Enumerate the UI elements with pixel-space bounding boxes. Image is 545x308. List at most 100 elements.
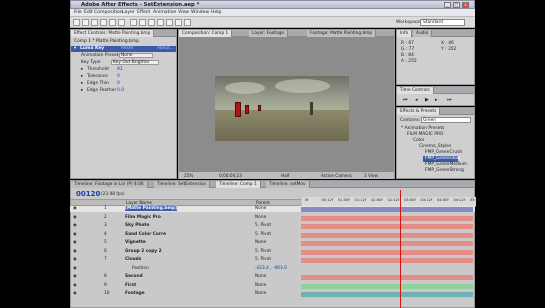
tab-effect-controls[interactable]: Effect Controls: Matte Painting.bmp — [71, 30, 155, 37]
reset-link[interactable]: Reset — [121, 46, 133, 51]
resolution-select[interactable]: Half — [281, 173, 289, 178]
anim-preset-select[interactable]: None — [119, 53, 153, 58]
timeline-timecode[interactable]: 00120 — [76, 190, 100, 198]
menu-edit[interactable]: Edit — [84, 10, 93, 15]
layer-name[interactable]: Second — [125, 274, 143, 279]
tab-timeline-footage[interactable]: Timeline: Footage in Lnl (P) 4:06 — [71, 181, 148, 188]
layer-parent[interactable]: None — [255, 206, 266, 211]
last-frame-icon[interactable]: ⏭ — [447, 97, 452, 103]
preset-item[interactable]: FMP_GreenGlow — [425, 156, 460, 161]
param-edge-feather-value[interactable]: 0.0 — [117, 88, 124, 93]
param-tolerance-value[interactable]: 0 — [117, 74, 120, 79]
close-button[interactable]: x — [462, 2, 469, 8]
effects-search-input[interactable]: Green — [421, 117, 471, 123]
visibility-eye-icon[interactable]: ◉ — [73, 206, 77, 211]
menu-layer[interactable]: Layer — [122, 10, 135, 15]
expand-triangle-icon[interactable]: ▸ — [81, 81, 83, 86]
layer-duration-bar[interactable] — [301, 292, 473, 297]
expand-triangle-icon[interactable]: ▸ — [81, 88, 83, 93]
layer-parent[interactable]: None — [255, 291, 266, 296]
visibility-eye-icon[interactable]: ◉ — [73, 266, 77, 271]
layer-parent[interactable]: 5. Pivot — [255, 223, 271, 228]
menu-view[interactable]: View — [178, 10, 189, 15]
visibility-eye-icon[interactable]: ◉ — [73, 215, 77, 220]
tab-timeline-comp1[interactable]: Timeline: Comp 1 — [216, 181, 261, 188]
zoom-tool-icon[interactable] — [91, 19, 98, 26]
layer-name[interactable]: Film Magic Pro — [125, 215, 161, 220]
layer-name[interactable]: Position — [132, 266, 149, 271]
camera-select[interactable]: Active Camera — [321, 173, 352, 178]
next-frame-icon[interactable]: ▸ — [435, 97, 438, 103]
menu-composition[interactable]: Composition — [94, 10, 123, 15]
menu-file[interactable]: File — [74, 10, 82, 15]
layer-parent[interactable]: None — [255, 283, 266, 288]
zoom-select[interactable]: 25% — [184, 173, 193, 178]
play-icon[interactable]: ▶ — [425, 97, 429, 103]
layer-duration-bar[interactable] — [301, 283, 473, 289]
tab-effects-presets[interactable]: Effects & Presets — [397, 108, 441, 115]
layer-duration-bar[interactable] — [301, 275, 473, 280]
visibility-eye-icon[interactable]: ◉ — [73, 232, 77, 237]
layer-name[interactable]: Footage — [125, 291, 145, 296]
preset-item[interactable]: Color — [413, 138, 424, 143]
visibility-eye-icon[interactable]: ◉ — [73, 283, 77, 288]
eraser-tool-icon[interactable] — [175, 19, 182, 26]
tab-info[interactable]: Info — [397, 30, 413, 37]
layer-name[interactable]: Clouds — [125, 257, 141, 262]
layer-parent[interactable]: 5. Pivot — [255, 232, 271, 237]
layer-parent[interactable]: 5. Pivot — [255, 257, 271, 262]
first-frame-icon[interactable]: ⏮ — [403, 97, 408, 103]
tab-footage[interactable]: Footage: Matte Painting.bmp — [307, 30, 377, 37]
param-edge-thin-value[interactable]: 0 — [117, 81, 120, 86]
clone-stamp-tool-icon[interactable] — [166, 19, 173, 26]
layer-duration-bar[interactable] — [301, 249, 473, 255]
menu-window[interactable]: Window — [191, 10, 209, 15]
preset-item[interactable]: FILM MAGIC PRO — [407, 132, 443, 137]
viewer-timecode[interactable]: 0;00;04;23 — [219, 173, 242, 178]
tab-timeline-setmov[interactable]: Timeline: setMov — [266, 181, 310, 188]
layer-duration-bar[interactable] — [301, 215, 473, 221]
composition-viewer[interactable] — [179, 40, 394, 171]
layer-parent[interactable]: -423.4 , -963.0 — [255, 266, 287, 271]
visibility-eye-icon[interactable]: ◉ — [73, 274, 77, 279]
expand-triangle-icon[interactable]: ▸ — [81, 67, 83, 72]
workspace-select[interactable]: Standard — [420, 19, 465, 26]
pen-tool-icon[interactable] — [139, 19, 146, 26]
puppet-tool-icon[interactable] — [184, 19, 191, 26]
layer-duration-bar[interactable] — [301, 241, 473, 246]
selection-tool-icon[interactable] — [73, 19, 80, 26]
preset-item[interactable]: FMP_GreenStrong — [425, 168, 464, 173]
preset-item[interactable]: FMP_GreenMedium — [425, 162, 467, 167]
layer-duration-bar[interactable] — [301, 207, 473, 212]
effect-row-luma-key[interactable]: ▾ Luma Key Reset About... — [71, 46, 176, 52]
layer-duration-bar[interactable] — [301, 232, 473, 238]
layer-parent[interactable]: None — [255, 274, 266, 279]
prev-frame-icon[interactable]: ◂ — [415, 97, 418, 103]
layer-duration-bar[interactable] — [301, 258, 473, 263]
views-select[interactable]: 1 View — [364, 173, 378, 178]
expand-triangle-icon[interactable]: ▸ — [81, 74, 83, 79]
brush-tool-icon[interactable] — [157, 19, 164, 26]
visibility-eye-icon[interactable]: ◉ — [73, 291, 77, 296]
minimize-button[interactable]: _ — [444, 2, 451, 8]
maximize-button[interactable]: □ — [453, 2, 460, 8]
camera-tool-icon[interactable] — [109, 19, 116, 26]
hand-tool-icon[interactable] — [82, 19, 89, 26]
layer-parent[interactable]: None — [255, 240, 266, 245]
expand-triangle-icon[interactable]: ▾ — [74, 46, 76, 51]
pan-behind-tool-icon[interactable] — [118, 19, 125, 26]
param-threshold-value[interactable]: 91 — [117, 67, 123, 72]
tab-timeline-setextension[interactable]: Timeline: SetExtension — [154, 181, 211, 188]
tab-composition[interactable]: Composition: Comp 1 — [179, 30, 233, 37]
timeline-layer-row[interactable]: ◉ Position -423.4 , -963.0 — [70, 266, 475, 272]
layer-name[interactable]: Sand Color Corre — [125, 232, 166, 237]
layer-name[interactable]: Group 2 copy 2 — [125, 249, 162, 254]
menu-animation[interactable]: Animation — [153, 10, 176, 15]
tab-layer[interactable]: Layer: Footage — [249, 30, 288, 37]
visibility-eye-icon[interactable]: ◉ — [73, 223, 77, 228]
layer-name[interactable]: Sky Photo — [125, 223, 149, 228]
tab-time-controls[interactable]: Time Controls — [397, 87, 434, 94]
menu-help[interactable]: Help — [211, 10, 221, 15]
preset-item[interactable]: FMP_GreenCrush — [425, 150, 462, 155]
layer-name[interactable]: First — [125, 283, 136, 288]
